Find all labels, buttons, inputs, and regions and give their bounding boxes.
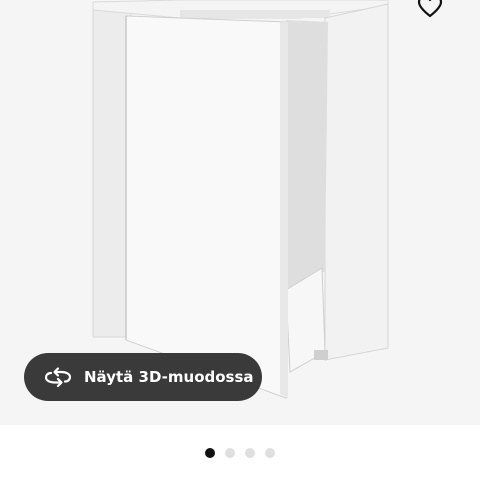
image-pager <box>0 448 480 460</box>
favorite-button[interactable] <box>414 0 446 20</box>
rotate-3d-icon <box>44 367 72 388</box>
pager-dot-1[interactable] <box>205 448 215 458</box>
product-gallery: Näytä 3D-muodossa <box>0 0 480 480</box>
pager-dot-2[interactable] <box>225 448 235 458</box>
pager-dot-4[interactable] <box>265 448 275 458</box>
pager-dot-3[interactable] <box>245 448 255 458</box>
heart-icon <box>417 0 443 18</box>
product-image[interactable]: Näytä 3D-muodossa <box>0 0 480 425</box>
view-3d-button[interactable]: Näytä 3D-muodossa <box>24 353 262 401</box>
view-3d-label: Näytä 3D-muodossa <box>84 368 254 386</box>
cabinet-door <box>125 15 288 399</box>
